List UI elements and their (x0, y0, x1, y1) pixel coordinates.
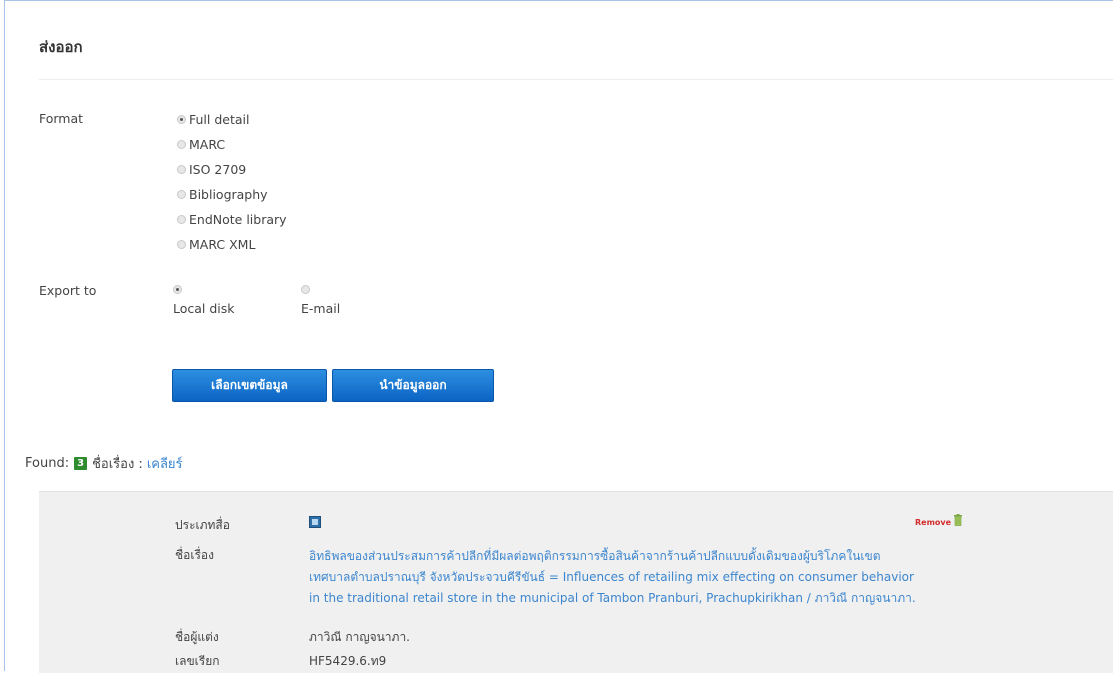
export-panel: ส่งออก Format Full detail MARC ISO 2709 … (4, 0, 1113, 673)
record-title-link[interactable]: อิทธิพลของส่วนประสมการค้าปลีกที่มีผลต่อพ… (309, 546, 1109, 609)
format-option-label: EndNote library (189, 212, 287, 227)
radio-icon[interactable] (177, 190, 186, 199)
format-option-iso-2709[interactable]: ISO 2709 (177, 162, 246, 177)
format-option-full-detail[interactable]: Full detail (177, 112, 249, 127)
format-label: Format (39, 111, 84, 126)
format-option-endnote-library[interactable]: EndNote library (177, 212, 287, 227)
radio-icon[interactable] (177, 215, 186, 224)
format-option-bibliography[interactable]: Bibliography (177, 187, 268, 202)
author-label: ชื่อผู้แต่ง (175, 630, 219, 644)
author-value: ภาวิณี กาญจนาภา. (309, 630, 410, 644)
format-option-label: MARC (189, 137, 226, 152)
radio-icon[interactable] (173, 285, 182, 294)
found-label: Found: (25, 456, 70, 471)
record-item: ประเภทสื่อ Remove ชื่อเรื่อง อิทธิพลของส… (39, 491, 1113, 673)
book-icon (309, 516, 321, 528)
export-to-label: Export to (39, 283, 97, 298)
format-option-label: ISO 2709 (189, 162, 247, 177)
format-option-label: Full detail (189, 112, 250, 127)
title-line: เทศบาลตำบลปราณบุรี จังหวัดประจวบคีรีขันธ… (309, 570, 914, 584)
title-line: อิทธิพลของส่วนประสมการค้าปลีกที่มีผลต่อพ… (309, 549, 881, 563)
radio-icon[interactable] (301, 285, 310, 294)
select-fields-button[interactable]: เลือกเขตข้อมูล (172, 369, 327, 402)
radio-icon[interactable] (177, 240, 186, 249)
export-option-label: Local disk (173, 301, 235, 316)
export-option-label: E-mail (301, 301, 341, 316)
call-number-value: HF5429.6.ท9 (309, 654, 387, 668)
found-summary: Found: 3 ชื่อเรื่อง : เคลียร์ (25, 453, 183, 474)
page-title: ส่งออก (39, 38, 83, 56)
radio-icon[interactable] (177, 140, 186, 149)
found-suffix: ชื่อเรื่อง : (92, 457, 143, 472)
title-label: ชื่อเรื่อง (175, 548, 214, 562)
clear-link[interactable]: เคลียร์ (147, 453, 183, 474)
radio-icon[interactable] (177, 115, 186, 124)
export-data-button[interactable]: นำข้อมูลออก (332, 369, 494, 402)
format-option-label: MARC XML (189, 237, 256, 252)
remove-link[interactable]: Remove (915, 518, 951, 527)
format-option-marc-xml[interactable]: MARC XML (177, 237, 255, 252)
title-line: in the traditional retail store in the m… (309, 591, 916, 605)
media-type-label: ประเภทสื่อ (175, 518, 230, 532)
radio-icon[interactable] (177, 165, 186, 174)
found-count-badge: 3 (74, 457, 88, 470)
format-option-label: Bibliography (189, 187, 268, 202)
title-divider (39, 79, 1113, 80)
trash-icon[interactable] (953, 514, 963, 526)
call-number-label: เลขเรียก (175, 654, 220, 668)
format-option-marc[interactable]: MARC (177, 137, 225, 152)
